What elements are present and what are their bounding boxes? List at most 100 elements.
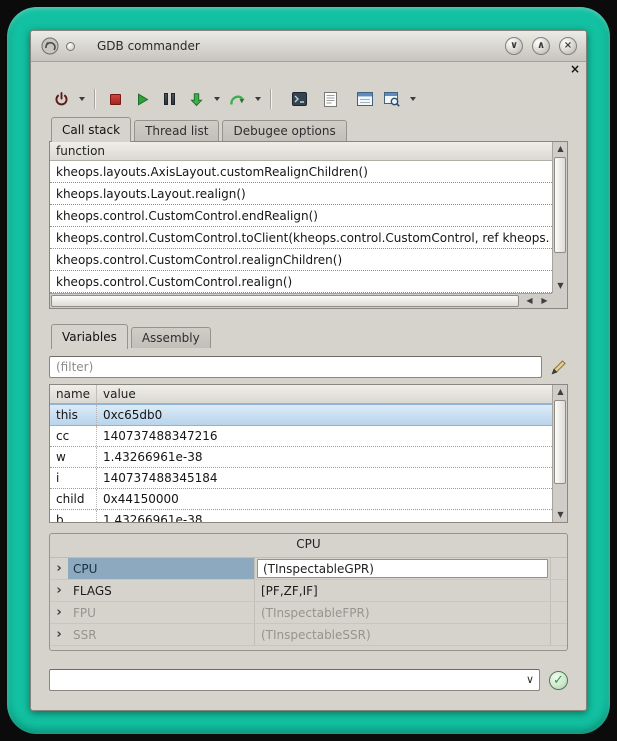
variable-name: i xyxy=(50,468,97,488)
step-over-dropdown[interactable] xyxy=(252,87,263,111)
step-dropdown[interactable] xyxy=(211,87,222,111)
call-stack-panel: function kheops.layouts.AxisLayout.custo… xyxy=(49,141,568,309)
stack-frame-row[interactable]: kheops.control.CustomControl.realignChil… xyxy=(50,249,552,271)
variable-value: 0x44150000 xyxy=(97,489,552,509)
expander-icon[interactable]: › xyxy=(50,628,68,641)
variable-row[interactable]: b 1.43266961e-38 xyxy=(50,510,552,523)
send-command-button[interactable]: ✓ xyxy=(549,671,568,690)
tab-variables[interactable]: Variables xyxy=(51,324,128,349)
filter-input[interactable] xyxy=(49,356,542,378)
expander-icon[interactable]: › xyxy=(50,562,68,575)
call-stack-header: function xyxy=(50,142,552,161)
tab-debugee-options[interactable]: Debugee options xyxy=(222,120,346,141)
row-filler xyxy=(550,558,567,579)
scroll-down-icon[interactable]: ▼ xyxy=(553,508,568,522)
app-icon[interactable] xyxy=(40,36,60,56)
expander-icon[interactable]: › xyxy=(50,606,68,619)
variables-rows: this 0xc65db0 cc 140737488347216 w 1.432… xyxy=(50,404,552,523)
vertical-scrollbar[interactable]: ▲ ▼ xyxy=(552,142,567,293)
stack-frame-row[interactable]: kheops.control.CustomControl.realign() xyxy=(50,271,552,293)
register-value-editbox[interactable]: (TInspectableGPR) xyxy=(257,559,548,578)
register-group-value: (TInspectableSSR) xyxy=(254,624,550,645)
toolbar-separator xyxy=(94,89,96,109)
cpu-tree-row[interactable]: › FPU (TInspectableFPR) xyxy=(50,602,567,624)
register-group-name[interactable]: FPU xyxy=(68,602,254,623)
chevron-down-icon xyxy=(255,97,261,101)
window-controls: ∨ ∧ × xyxy=(505,37,577,55)
scroll-up-icon[interactable]: ▲ xyxy=(553,142,568,156)
registers-button[interactable] xyxy=(353,87,377,111)
stack-frame-row[interactable]: kheops.control.CustomControl.toClient(kh… xyxy=(50,227,552,249)
cpu-groupbox: CPU › CPU (TInspectableGPR) › FLA xyxy=(49,533,568,651)
tab-assembly[interactable]: Assembly xyxy=(131,327,211,348)
titlebar[interactable]: GDB commander ∨ ∧ × xyxy=(31,31,586,62)
variables-panel: name value this 0xc65db0 cc 140737488347… xyxy=(49,384,568,523)
minimize-button[interactable]: ∨ xyxy=(505,37,523,55)
vertical-scrollbar[interactable]: ▲ ▼ xyxy=(552,385,567,522)
stack-frame-row[interactable]: kheops.control.CustomControl.endRealign(… xyxy=(50,205,552,227)
variable-name: cc xyxy=(50,426,97,446)
call-stack-rows: kheops.layouts.AxisLayout.customRealignC… xyxy=(50,161,552,293)
expander-icon[interactable]: › xyxy=(50,584,68,597)
continue-button[interactable] xyxy=(130,87,154,111)
cpu-tree-row[interactable]: › FLAGS [PF,ZF,IF] xyxy=(50,580,567,602)
register-group-name[interactable]: CPU xyxy=(68,558,254,579)
variable-row[interactable]: this 0xc65db0 xyxy=(50,404,552,426)
step-over-button[interactable] xyxy=(225,87,249,111)
variable-row[interactable]: i 140737488345184 xyxy=(50,468,552,489)
register-group-name[interactable]: FLAGS xyxy=(68,580,254,601)
tab-call-stack[interactable]: Call stack xyxy=(51,117,131,142)
command-row: ∨ ✓ xyxy=(49,669,568,691)
filter-row xyxy=(49,356,568,378)
cpu-tree-row[interactable]: › CPU (TInspectableGPR) xyxy=(50,558,567,580)
pause-button[interactable] xyxy=(157,87,181,111)
scrollbar-thumb[interactable] xyxy=(554,400,566,484)
debug-toolbar xyxy=(49,82,568,116)
titlebar-dot-icon xyxy=(66,42,75,51)
maximize-button[interactable]: ∧ xyxy=(532,37,550,55)
register-group-name[interactable]: SSR xyxy=(68,624,254,645)
power-dropdown[interactable] xyxy=(76,87,87,111)
column-header-value[interactable]: value xyxy=(97,385,552,403)
step-button[interactable] xyxy=(184,87,208,111)
variable-row[interactable]: cc 140737488347216 xyxy=(50,426,552,447)
scroll-left-icon[interactable]: ◀ xyxy=(522,294,537,308)
column-header-name[interactable]: name xyxy=(50,385,97,403)
dock-close-icon[interactable]: × xyxy=(570,62,580,76)
tab-thread-list[interactable]: Thread list xyxy=(134,120,219,141)
row-filler xyxy=(550,580,567,601)
inspect-button[interactable] xyxy=(380,87,404,111)
variable-row[interactable]: child 0x44150000 xyxy=(50,489,552,510)
variable-name: w xyxy=(50,447,97,467)
stack-frame-row[interactable]: kheops.layouts.Layout.realign() xyxy=(50,183,552,205)
pen-icon[interactable] xyxy=(548,357,568,377)
combo-dropdown-icon[interactable]: ∨ xyxy=(526,673,534,687)
register-group-value: (TInspectableGPR) xyxy=(254,558,550,579)
power-button[interactable] xyxy=(49,87,73,111)
play-icon xyxy=(136,93,149,106)
variable-value: 1.43266961e-38 xyxy=(97,447,552,467)
chevron-down-icon xyxy=(410,97,416,101)
scrollbar-thumb[interactable] xyxy=(554,157,566,253)
variable-name: b xyxy=(50,510,97,523)
gdb-command-combobox[interactable]: ∨ xyxy=(49,669,540,691)
close-button[interactable]: × xyxy=(559,37,577,55)
horizontal-scrollbar[interactable]: ◀ ▶ xyxy=(50,293,552,308)
variable-value: 140737488345184 xyxy=(97,468,552,488)
scroll-down-icon[interactable]: ▼ xyxy=(553,279,568,293)
column-header-function[interactable]: function xyxy=(50,142,111,160)
scrollbar-thumb[interactable] xyxy=(51,295,519,307)
cpu-tree: › CPU (TInspectableGPR) › FLAGS [PF,ZF,I… xyxy=(50,557,567,646)
output-button[interactable] xyxy=(318,87,342,111)
cpu-tree-row[interactable]: › SSR (TInspectableSSR) xyxy=(50,624,567,646)
stack-frame-row[interactable]: kheops.layouts.AxisLayout.customRealignC… xyxy=(50,161,552,183)
variable-row[interactable]: w 1.43266961e-38 xyxy=(50,447,552,468)
inspect-tabbar: Variables Assembly xyxy=(49,323,568,348)
inspect-dropdown[interactable] xyxy=(407,87,418,111)
console-button[interactable] xyxy=(287,87,311,111)
scroll-right-icon[interactable]: ▶ xyxy=(537,294,552,308)
scroll-up-icon[interactable]: ▲ xyxy=(553,385,568,399)
row-filler xyxy=(550,624,567,645)
stack-tabbar: Call stack Thread list Debugee options xyxy=(49,116,568,141)
stop-button[interactable] xyxy=(103,87,127,111)
